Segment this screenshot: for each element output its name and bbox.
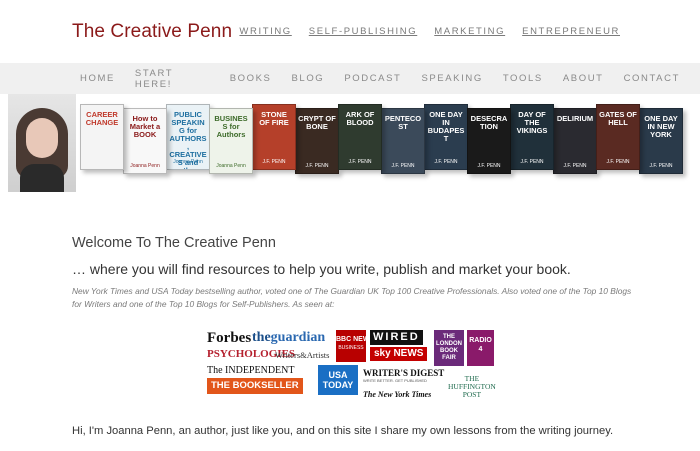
book-title: CRYPT OF BONE <box>298 114 336 131</box>
book-cover[interactable]: CAREER CHANGE <box>80 104 124 170</box>
nav-podcast[interactable]: PODCAST <box>344 73 401 84</box>
guardian-word: guardian <box>270 330 326 345</box>
book-cover[interactable]: ONE DAY IN NEW YORK J.F. PENN <box>639 108 683 174</box>
main-nav: HOME START HERE! BOOKS BLOG PODCAST SPEA… <box>0 63 700 94</box>
portrait-face <box>26 118 58 158</box>
book-title: DESECRATION <box>470 114 508 131</box>
book-author: J.F. PENN <box>563 163 587 169</box>
book-title: ONE DAY IN NEW YORK <box>644 114 678 139</box>
writers-digest-title: WRITER'S DIGEST <box>363 368 445 378</box>
welcome-heading: Welcome To The Creative Penn <box>72 235 276 251</box>
nav-books[interactable]: BOOKS <box>230 73 272 84</box>
book-cover[interactable]: PUBLIC SPEAKING for AUTHORS, CREATIVES a… <box>166 104 210 170</box>
book-cover[interactable]: DESECRATION J.F. PENN <box>467 108 511 174</box>
book-title: STONE OF FIRE <box>259 110 289 127</box>
nav-contact[interactable]: CONTACT <box>624 73 680 84</box>
nav-home[interactable]: HOME <box>80 73 115 84</box>
book-author: J.F. PENN <box>434 159 458 165</box>
nav-about[interactable]: ABOUT <box>563 73 604 84</box>
author-credentials: New York Times and USA Today bestselling… <box>72 286 632 309</box>
nav-start-here[interactable]: START HERE! <box>135 68 210 90</box>
book-cover[interactable]: STONE OF FIRE J.F. PENN <box>252 104 296 170</box>
book-author: J.F. PENN <box>348 159 372 165</box>
book-title: ONE DAY IN BUDAPEST <box>427 110 465 143</box>
book-author: J.F. PENN <box>262 159 286 165</box>
book-title: PENTECOST <box>384 114 422 131</box>
book-author: Joanna Penn <box>130 163 160 169</box>
book-cover[interactable]: ONE DAY IN BUDAPEST J.F. PENN <box>424 104 468 170</box>
book-title: DELIRIUM <box>556 114 594 123</box>
wired-logo: WIRED <box>370 330 423 345</box>
book-title: BUSINESS for Authors <box>214 114 248 139</box>
bbc-news-text: BBC NEWS <box>336 336 375 343</box>
bookseller-logo: THE BOOKSELLER <box>207 378 303 394</box>
writers-artists-logo: Writers&Artists <box>275 350 330 360</box>
top-nav-marketing[interactable]: MARKETING <box>434 26 505 37</box>
book-author: J.F. PENN <box>305 163 329 169</box>
book-cover[interactable]: DAY OF THE VIKINGS J.F. PENN <box>510 104 554 170</box>
book-cover[interactable]: DELIRIUM J.F. PENN <box>553 108 597 174</box>
portrait-clothing <box>20 164 64 192</box>
guardian-the: the <box>252 330 271 345</box>
bbc-news-logo: BBC NEWS BUSINESS <box>336 330 374 362</box>
book-cover[interactable]: How to Market a BOOK Joanna Penn <box>123 108 167 174</box>
book-author: J.F. PENN <box>649 163 673 169</box>
book-author: J.F. PENN <box>477 163 501 169</box>
book-cover[interactable]: GATES OF HELL J.F. PENN <box>596 104 640 170</box>
media-logos: Forbes theguardian BBC NEWS BUSINESS WIR… <box>205 327 497 410</box>
site-title[interactable]: The Creative Penn <box>72 21 232 43</box>
top-nav-writing[interactable]: WRITING <box>239 26 291 37</box>
huffington-post-word: POST <box>462 390 482 399</box>
book-cover[interactable]: CRYPT OF BONE J.F. PENN <box>295 108 339 174</box>
book-author: Joanna Penn <box>216 163 246 169</box>
nav-blog[interactable]: BLOG <box>292 73 325 84</box>
book-author: Joanna Penn <box>173 159 203 165</box>
nav-speaking[interactable]: SPEAKING <box>421 73 482 84</box>
sky-news-logo: sky NEWS <box>370 347 428 361</box>
intro-paragraph: Hi, I'm Joanna Penn, an author, just lik… <box>72 425 614 437</box>
independent-logo: The INDEPENDENT <box>207 365 295 376</box>
writers-digest-logo: WRITER'S DIGEST WRITE BETTER. GET PUBLIS… <box>363 369 444 383</box>
top-nav: WRITING SELF-PUBLISHING MARKETING ENTREP… <box>239 26 620 37</box>
book-cover[interactable]: BUSINESS for Authors Joanna Penn <box>209 108 253 174</box>
usa-today-logo: USA TODAY <box>318 365 358 395</box>
book-cover[interactable]: ARK OF BLOOD J.F. PENN <box>338 104 382 170</box>
book-title: How to Market a BOOK <box>129 114 161 139</box>
forbes-logo: Forbes <box>207 330 252 346</box>
nav-tools[interactable]: TOOLS <box>503 73 543 84</box>
tagline-heading: … where you will find resources to help … <box>72 261 571 277</box>
bbc-business-text: BUSINESS <box>338 345 364 351</box>
author-portrait <box>8 94 76 192</box>
nytimes-logo: The New York Times <box>363 390 432 399</box>
top-nav-entrepreneur[interactable]: ENTREPRENEUR <box>522 26 620 37</box>
book-banner[interactable]: CAREER CHANGE How to Market a BOOK Joanna … <box>8 94 690 192</box>
book-cover[interactable]: PENTECOST J.F. PENN <box>381 108 425 174</box>
huffington-post-logo: THE HUFFINGTON POST <box>448 375 496 399</box>
guardian-logo: theguardian <box>252 331 325 345</box>
london-book-fair-logo: THE LONDON BOOK FAIR <box>434 330 464 366</box>
book-title: DAY OF THE VIKINGS <box>516 110 548 135</box>
book-title: CAREER CHANGE <box>85 110 119 127</box>
book-title: GATES OF HELL <box>599 110 637 127</box>
top-nav-self-publishing[interactable]: SELF-PUBLISHING <box>309 26 417 37</box>
writers-digest-subtitle: WRITE BETTER. GET PUBLISHED <box>363 378 427 383</box>
book-title: ARK OF BLOOD <box>345 110 375 127</box>
book-author: J.F. PENN <box>520 159 544 165</box>
book-author: J.F. PENN <box>606 159 630 165</box>
book-author: J.F. PENN <box>391 163 415 169</box>
radio4-logo: RADIO 4 <box>467 330 494 366</box>
